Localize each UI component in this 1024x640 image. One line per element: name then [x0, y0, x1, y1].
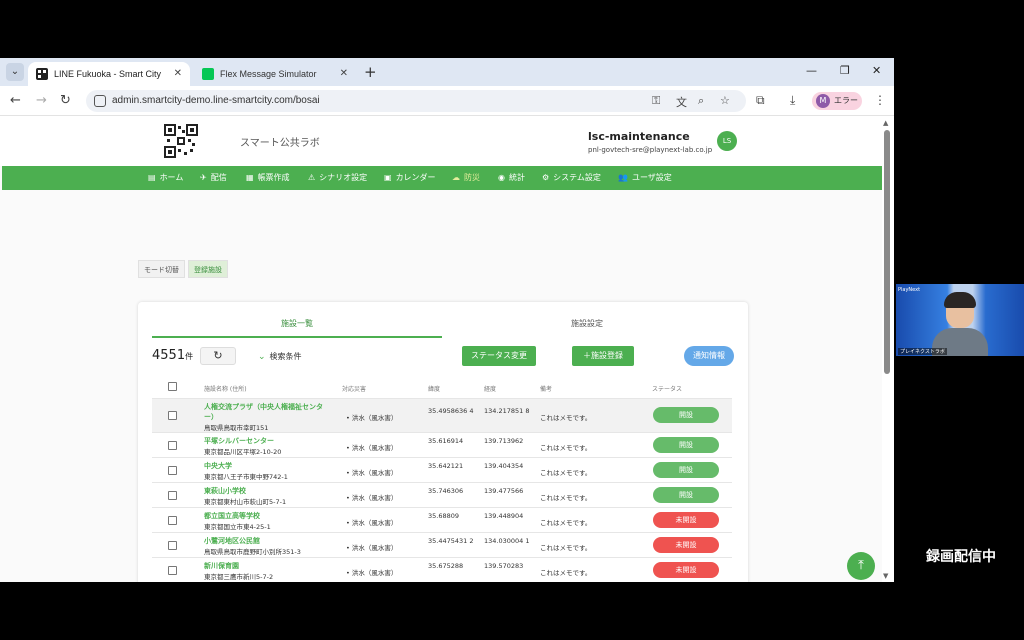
address-bar[interactable]: admin.smartcity-demo.line-smartcity.com/… [86, 90, 746, 112]
browser-tab-line-fukuoka[interactable]: LINE Fukuoka - Smart City ✕ [28, 62, 190, 86]
site-info-icon[interactable] [94, 95, 106, 107]
close-tab-icon[interactable]: ✕ [340, 62, 348, 86]
translate-icon[interactable]: 文 [676, 94, 687, 110]
browser-window: ⌄ LINE Fukuoka - Smart City ✕ Flex Messa… [0, 58, 894, 582]
line-favicon-icon [36, 68, 48, 80]
bookmark-star-icon[interactable]: ☆ [720, 94, 730, 107]
forward-icon[interactable]: → [36, 93, 47, 109]
tab-strip: ⌄ LINE Fukuoka - Smart City ✕ Flex Messa… [0, 58, 894, 86]
browser-menu-icon[interactable]: ⋮ [874, 93, 886, 107]
url-text: admin.smartcity-demo.line-smartcity.com/… [112, 95, 320, 106]
recording-indicator: 録画配信中 [926, 549, 996, 565]
back-icon[interactable]: ← [10, 93, 21, 109]
window-close-icon[interactable]: ✕ [872, 64, 881, 77]
browser-toolbar: ← → ↻ admin.smartcity-demo.line-smartcit… [0, 86, 894, 116]
screen: ⌄ LINE Fukuoka - Smart City ✕ Flex Messa… [0, 0, 1024, 640]
browser-tab-flex-simulator[interactable]: Flex Message Simulator ✕ [194, 62, 356, 86]
download-icon[interactable]: ⤓ [790, 93, 795, 108]
key-icon[interactable]: ⚿ [652, 94, 660, 108]
profile-button[interactable]: M エラー [812, 92, 862, 110]
cam-label: プレイネクストラボ [898, 348, 947, 355]
arrow-up-icon: ⤒ [858, 558, 864, 573]
flex-favicon-icon [202, 68, 214, 80]
close-tab-icon[interactable]: ✕ [174, 62, 182, 86]
tab-title: LINE Fukuoka - Smart City [54, 69, 162, 79]
reload-icon[interactable]: ↻ [60, 93, 71, 109]
zoom-icon[interactable]: ⌕ [698, 94, 704, 108]
tab-title: Flex Message Simulator [220, 69, 317, 79]
extensions-icon[interactable]: ⧉ [756, 93, 765, 108]
scroll-down-icon[interactable]: ▼ [883, 572, 888, 580]
restore-icon[interactable]: ❐ [840, 64, 850, 77]
scroll-up-icon[interactable]: ▲ [883, 119, 888, 127]
tab-search-button[interactable]: ⌄ [6, 63, 24, 81]
webcam-overlay: PlayNext プレイネクストラボ [896, 284, 1024, 356]
presenter-hair [944, 292, 976, 308]
minimize-icon[interactable]: — [806, 64, 817, 77]
page-scrollbar[interactable] [884, 130, 890, 374]
scroll-to-top-button[interactable]: ⤒ [847, 552, 875, 580]
profile-status: エラー [834, 96, 858, 105]
profile-avatar: M [816, 94, 830, 108]
cam-logo: PlayNext [898, 287, 921, 293]
new-tab-icon[interactable]: + [364, 62, 377, 82]
